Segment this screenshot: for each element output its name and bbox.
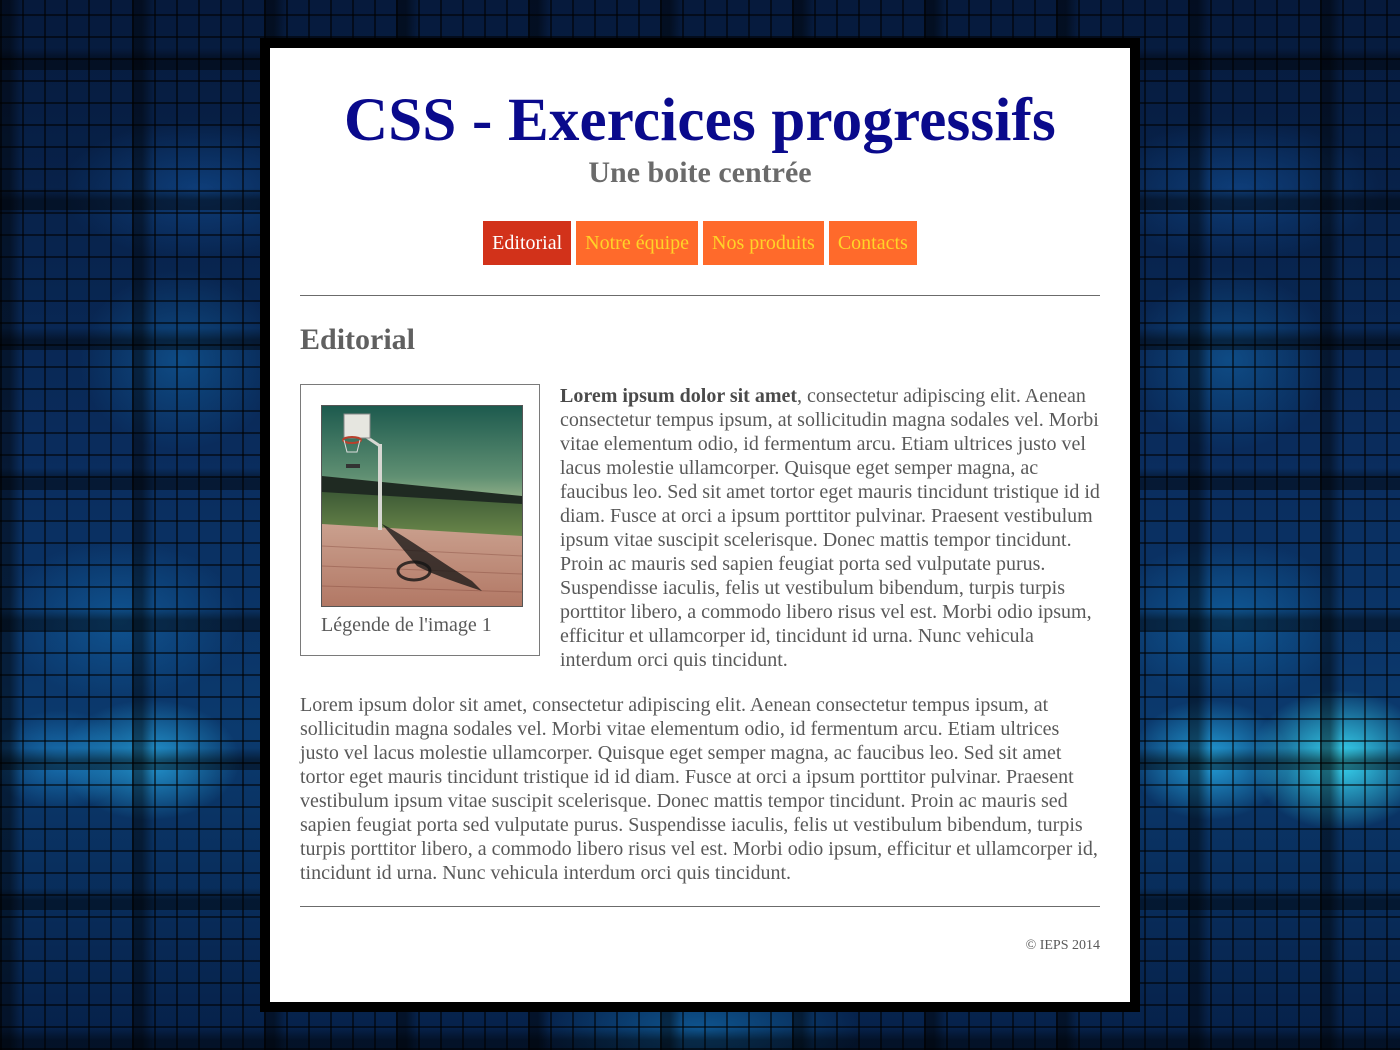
nav-item-notre-equipe[interactable]: Notre équipe	[576, 221, 699, 265]
nav-item-editorial[interactable]: Editorial	[483, 221, 572, 265]
main-nav: Editorial Notre équipe Nos produits Cont…	[300, 221, 1100, 265]
header-divider	[300, 295, 1100, 296]
site-title: CSS - Exercices progressifs	[344, 87, 1056, 154]
nav-item-nos-produits[interactable]: Nos produits	[703, 221, 824, 265]
image-figure: Légende de l'image 1	[300, 384, 540, 656]
paragraph-1-text: , consectetur adipiscing elit. Aenean co…	[560, 385, 1100, 671]
centered-box: CSS - Exercices progressifs Une boite ce…	[260, 38, 1140, 1012]
paragraph-2: Lorem ipsum dolor sit amet, consectetur …	[300, 694, 1098, 884]
paragraph-1-lead: Lorem ipsum dolor sit amet	[560, 385, 798, 407]
section-title: Editorial	[300, 323, 416, 356]
footer-copyright: © IEPS 2014	[1025, 938, 1100, 953]
page-content: CSS - Exercices progressifs Une boite ce…	[300, 48, 1100, 955]
image-caption: Légende de l'image 1	[321, 614, 492, 636]
article-content: Légende de l'image 1 Lorem ipsum dolor s…	[300, 384, 1100, 885]
nav-item-contacts[interactable]: Contacts	[828, 221, 917, 265]
site-subtitle: Une boite centrée	[588, 156, 812, 189]
footer-divider	[300, 906, 1100, 907]
basketball-hoop-image	[321, 405, 523, 607]
